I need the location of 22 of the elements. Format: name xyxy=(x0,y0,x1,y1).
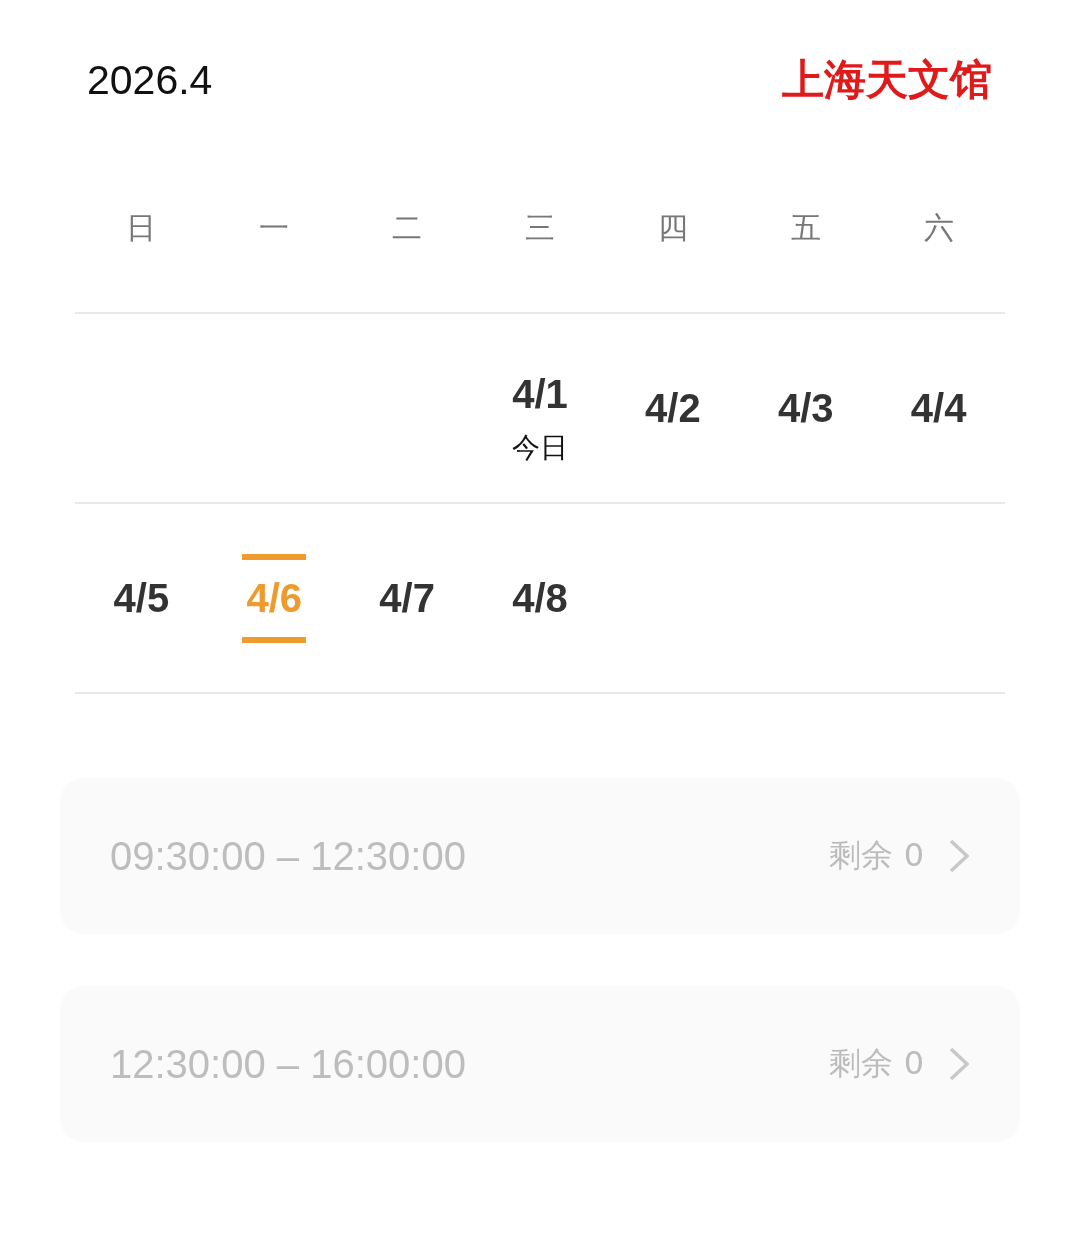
weekday-label: 日 xyxy=(126,208,157,247)
date-option[interactable]: 4/5 xyxy=(109,553,174,643)
weekday-label: 四 xyxy=(657,208,688,247)
remaining-count: 剩余 0 xyxy=(829,835,924,876)
venue-title: 上海天文馆 xyxy=(782,54,992,106)
time-range: 09:30:00 – 12:30:00 xyxy=(110,833,467,879)
chevron-right-icon xyxy=(948,1046,970,1082)
time-range: 12:30:00 – 16:00:00 xyxy=(110,1041,467,1087)
chevron-right-icon xyxy=(948,838,970,874)
date-option[interactable]: 4/4 xyxy=(906,363,971,453)
weekday-label: 一 xyxy=(259,208,290,247)
month-title: 2026.4 xyxy=(87,56,213,104)
today-label: 今日 xyxy=(512,429,568,466)
date-option[interactable]: 4/3 xyxy=(773,363,838,453)
weekday-label: 三 xyxy=(525,208,555,247)
weekday-label: 六 xyxy=(923,208,954,247)
weekday-label: 五 xyxy=(790,208,821,247)
remaining-count: 剩余 0 xyxy=(829,1043,924,1084)
date-option[interactable]: 4/8 xyxy=(508,553,572,643)
weekday-label: 二 xyxy=(392,208,423,247)
date-option[interactable]: 4/7 xyxy=(375,553,439,643)
date-option[interactable]: 4/2 xyxy=(641,363,705,453)
